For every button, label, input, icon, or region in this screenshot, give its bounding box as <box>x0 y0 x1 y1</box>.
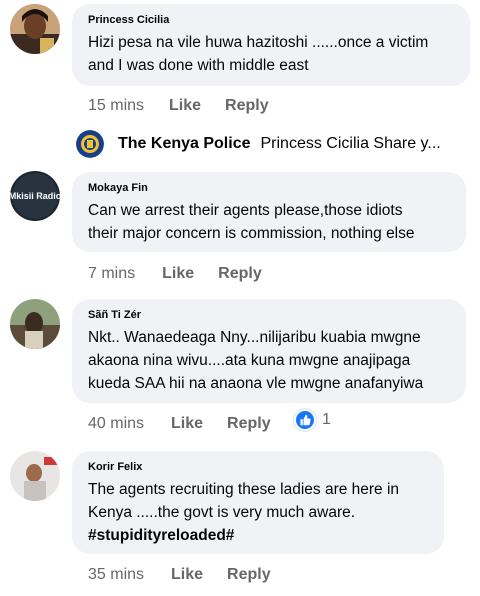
reply-author[interactable]: The Kenya Police <box>118 135 251 153</box>
reply-preview[interactable]: The Kenya Police Princess Cicilia Share … <box>76 127 441 161</box>
comment-text-line: The agents recruiting these ladies are h… <box>88 481 400 498</box>
comment-text-line: Nkt.. Wanaedeaga Nny...nilijaribu kuabia… <box>88 329 421 346</box>
comment-bubble: Princess Cicilia Hizi pesa na vile huwa … <box>72 4 470 86</box>
reaction-count: 1 <box>322 411 331 428</box>
comment-time[interactable]: 35 mins <box>88 566 144 584</box>
like-button[interactable]: Like <box>162 265 194 283</box>
comment-bubble: Korir Felix The agents recruiting these … <box>72 451 444 554</box>
comment-text-line: Can we arrest their agents please,those … <box>88 202 403 219</box>
like-button[interactable]: Like <box>171 415 203 433</box>
comment-time[interactable]: 7 mins <box>88 265 135 283</box>
comment-bubble: Mokaya Fin Can we arrest their agents pl… <box>72 172 466 252</box>
comment-text-line: Kenya .....the govt is very much aware. <box>88 504 356 521</box>
comment-actions: 35 mins Like Reply <box>88 564 271 586</box>
comment-text-line: their major concern is commission, nothi… <box>88 225 415 242</box>
comment-author[interactable]: Korir Felix <box>88 460 431 474</box>
comment-actions: 15 mins Like Reply <box>88 95 269 117</box>
like-button[interactable]: Like <box>169 97 201 115</box>
thumbs-up-icon <box>294 409 316 431</box>
comment-author[interactable]: Sãñ Ti Zér <box>88 308 453 322</box>
reply-snippet: Princess Cicilia Share y... <box>260 135 441 152</box>
comment-time[interactable]: 15 mins <box>88 97 144 115</box>
reply-button[interactable]: Reply <box>218 265 262 283</box>
comment-text-line: kueda SAA hii na anaona vle mwgne anafan… <box>88 375 424 392</box>
comment-text-line: and I was done with middle east <box>88 57 309 74</box>
comment-bubble: Sãñ Ti Zér Nkt.. Wanaedeaga Nny...nilija… <box>72 299 466 403</box>
avatar-logo-text: Mkisii Radio <box>10 191 60 201</box>
avatar[interactable] <box>10 451 60 501</box>
reply-button[interactable]: Reply <box>227 415 271 433</box>
comment-author[interactable]: Princess Cicilia <box>88 13 457 27</box>
comment-author[interactable]: Mokaya Fin <box>88 181 453 195</box>
police-logo-avatar <box>76 130 104 158</box>
like-button[interactable]: Like <box>171 566 203 584</box>
avatar[interactable] <box>10 299 60 349</box>
reply-button[interactable]: Reply <box>227 566 271 584</box>
comment-actions: 7 mins Like Reply <box>88 263 262 285</box>
avatar[interactable]: Mkisii Radio <box>10 171 60 221</box>
reaction-summary[interactable]: 1 <box>294 409 331 431</box>
comment-text-line: Hizi pesa na vile huwa hazitoshi ......o… <box>88 34 429 51</box>
comment-time[interactable]: 40 mins <box>88 415 144 433</box>
comment-actions: 40 mins Like Reply <box>88 413 271 435</box>
avatar[interactable] <box>10 4 60 54</box>
reply-button[interactable]: Reply <box>225 97 269 115</box>
hashtag-link[interactable]: #stupidityreloaded# <box>88 527 234 544</box>
comment-text-line: akaona nina wivu....ata kuna mwgne anaji… <box>88 352 411 369</box>
